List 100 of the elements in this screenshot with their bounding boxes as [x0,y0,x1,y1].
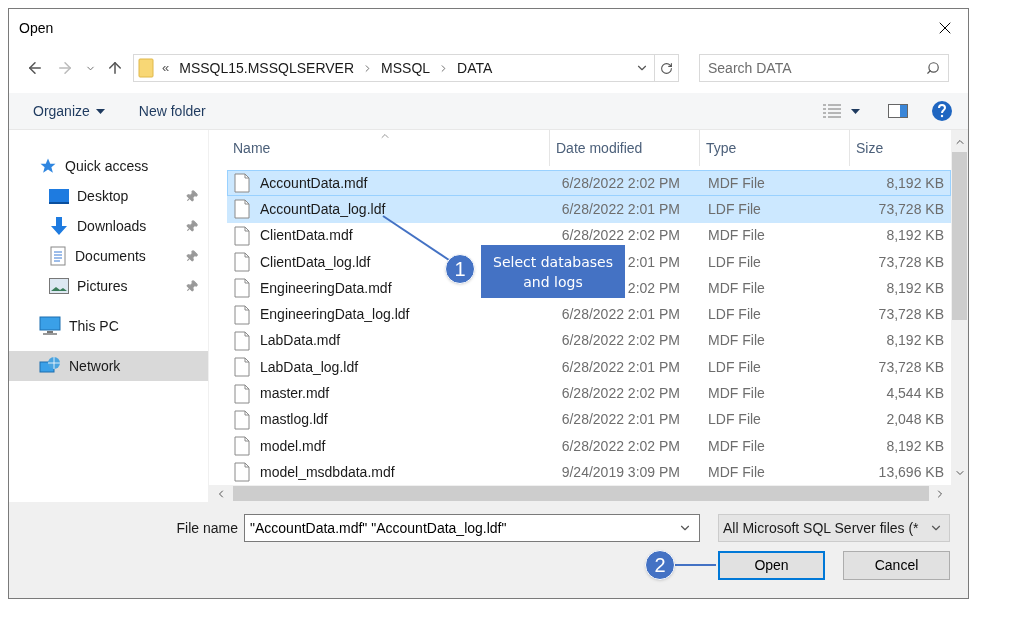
vertical-scrollbar[interactable] [951,130,968,485]
search-field[interactable]: Search DATA [699,54,949,82]
file-row[interactable]: AccountData_log.ldf 6/28/2022 2:01 PM LDF File 73,728 KB [227,196,951,223]
network-icon [39,356,61,376]
type-cell-text: MDF File [707,278,766,298]
star-icon [39,157,57,175]
breadcrumb-item[interactable]: MSSQL [381,57,431,79]
file-name[interactable]: LabData_log.ldf [260,356,359,378]
file-name[interactable]: EngineeringData_log.ldf [260,304,410,326]
window-title: Open [19,18,54,38]
sidebar-item[interactable]: Desktop [9,181,208,211]
file-name[interactable]: LabData.mdf [260,330,341,352]
sidebar-item[interactable]: Network [9,351,208,381]
date-cell-text: 6/28/2022 2:02 PM [561,436,680,456]
scrollbar-thumb[interactable] [233,486,929,501]
size-cell-text: 8,192 KB [885,173,944,193]
file-icon [234,330,250,351]
date-cell-text: 6/28/2022 2:01 PM [561,357,680,377]
sidebar-item[interactable]: Pictures [9,271,208,301]
type-cell-text: LDF File [707,252,762,272]
new-folder-button[interactable]: New folder [136,97,208,125]
date-cell-text: 6/28/2022 2:01 PM [561,199,680,219]
type-cell-text: LDF File [707,199,762,219]
file-icon [234,225,250,246]
sidebar-item[interactable]: Documents [9,241,208,271]
size-cell-text: 8,192 KB [885,331,944,351]
date-cell-text: 9/24/2019 3:09 PM [561,462,680,482]
caret-icon [851,108,860,114]
size-cell-text: 73,728 KB [877,305,944,325]
date-cell-text: 6/28/2022 2:02 PM [561,331,680,351]
file-name[interactable]: ClientData_log.ldf [260,251,371,273]
file-icon [234,304,250,325]
breadcrumb-item[interactable]: MSSQL15.MSSQLSERVER [179,57,355,79]
scrollbar-thumb[interactable] [952,152,967,320]
file-name[interactable]: master.mdf [260,383,330,404]
size-cell-text: 8,192 KB [885,436,944,456]
help-button[interactable] [932,101,952,121]
size-cell-text: 8,192 KB [885,278,944,298]
file-row[interactable]: AccountData.mdf 6/28/2022 2:02 PM MDF File 8,192 KB [227,170,951,197]
type-cell-text: LDF File [707,410,762,430]
file-icon [234,409,250,430]
size-cell-text: 73,728 KB [877,199,944,219]
sidebar-item[interactable]: Quick access [9,151,208,181]
address-overflow[interactable]: « [162,58,170,78]
download-arrow-icon [49,216,69,236]
size-cell-text: 2,048 KB [885,410,944,430]
monitor-icon [39,316,61,336]
column-header[interactable]: Name [227,130,549,166]
date-cell-text: 2:01 PM [627,252,680,272]
organize-menu[interactable]: Organize [31,97,107,125]
desktop-icon [49,188,69,204]
sidebar-item[interactable]: Downloads [9,211,208,241]
size-cell-text: 8,192 KB [885,226,944,246]
cancel-button[interactable]: Cancel [843,551,950,580]
size-cell-text: 73,728 KB [877,252,944,272]
type-cell-text: MDF File [707,173,766,193]
help-icon [937,104,947,118]
open-button[interactable]: Open [718,551,825,580]
document-icon [49,246,67,266]
arrow-right-icon [56,59,74,77]
file-name[interactable]: EngineeringData.mdf [260,277,392,299]
type-cell-text: MDF File [707,436,766,456]
horizontal-scrollbar[interactable] [209,485,968,502]
file-name[interactable]: ClientData.mdf [260,225,353,247]
column-header[interactable]: Date modified [549,130,699,166]
column-header[interactable]: Size [849,130,945,166]
date-cell-text: 6/28/2022 2:01 PM [561,410,680,430]
callout-box: Select databases and logs [481,245,625,298]
column-header[interactable]: Type [699,130,849,166]
file-icon [234,462,250,483]
date-cell-text: 6/28/2022 2:02 PM [561,384,680,403]
file-name[interactable]: model.mdf [260,435,326,457]
size-cell-text: 4,544 KB [885,384,944,403]
file-type-dropdown[interactable]: All Microsoft SQL Server files (* [718,514,950,542]
type-cell-text: MDF File [707,384,766,403]
folder-icon [138,58,154,78]
details-view-icon [823,104,841,118]
leader-line [672,564,716,566]
type-cell-text: MDF File [707,226,766,246]
sidebar-item[interactable]: This PC [9,311,208,341]
file-name-label: File name [176,518,238,538]
file-name-field[interactable]: "AccountData.mdf" "AccountData_log.ldf" [244,514,700,542]
date-cell-text: 6/28/2022 2:01 PM [561,305,680,325]
file-name: AccountData.mdf [260,173,368,193]
type-cell-text: MDF File [707,462,766,482]
size-cell-text: 13,696 KB [877,462,944,482]
caret-icon [95,108,105,114]
date-cell-text: 6/28/2022 2:02 PM [561,226,680,246]
file-icon [234,252,250,273]
file-icon [234,173,250,194]
type-cell-text: LDF File [707,305,762,325]
preview-pane-icon [888,104,908,118]
refresh-icon [660,61,673,75]
file-name[interactable]: model_msdbdata.mdf [260,461,395,483]
address-bar[interactable]: « MSSQL15.MSSQLSERVER MSSQL DATA [133,54,679,82]
breadcrumb-item[interactable]: DATA [457,57,493,79]
file-name[interactable]: mastlog.ldf [260,409,328,431]
leader-line [382,215,450,261]
date-cell-text: 2:02 PM [627,278,680,298]
file-name: AccountData_log.ldf [260,199,386,219]
